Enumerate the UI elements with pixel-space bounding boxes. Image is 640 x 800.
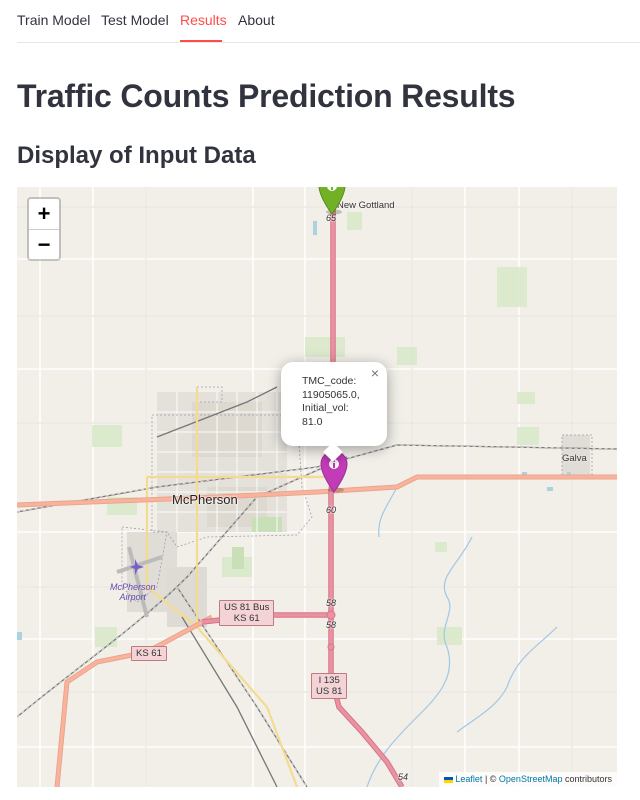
zoom-out-button[interactable]: − xyxy=(29,229,59,259)
popup-line-2: 11905065.0, xyxy=(302,388,360,401)
label-mcpherson: McPherson xyxy=(172,492,238,507)
shield-ks61: KS 61 xyxy=(131,646,167,661)
map[interactable]: New Gottland McPherson Galva McPherson A… xyxy=(17,187,617,787)
shield-ks61-text: KS 61 xyxy=(233,613,260,624)
tab-about[interactable]: About xyxy=(238,12,275,28)
shield-us81-text: US 81 xyxy=(316,686,343,697)
popup-line-3: Initial_vol: xyxy=(302,402,349,414)
popup-close-button[interactable]: × xyxy=(371,366,379,381)
route-number-60-south: 60 xyxy=(326,505,337,515)
label-mcpherson-airport: McPherson Airport xyxy=(110,582,156,602)
tab-results[interactable]: Results xyxy=(180,12,227,28)
page-title: Traffic Counts Prediction Results xyxy=(17,78,516,114)
leaflet-link[interactable]: Leaflet xyxy=(455,774,482,784)
shield-i135-us81: I 135 US 81 xyxy=(311,673,348,699)
shield-i135-text: I 135 xyxy=(318,675,340,686)
shield-us81bus-ks61: US 81 Bus KS 61 xyxy=(219,600,275,626)
openstreetmap-link[interactable]: OpenStreetMap xyxy=(499,774,563,784)
marker-green[interactable] xyxy=(317,187,347,215)
airport-name: McPherson xyxy=(110,582,156,592)
attribution-separator: | © xyxy=(482,774,499,784)
map-attribution: Leaflet | © OpenStreetMap contributors xyxy=(439,772,617,787)
tab-train-model[interactable]: Train Model xyxy=(17,12,90,28)
active-tab-indicator xyxy=(180,40,222,42)
popup-line-1: TMC_code: xyxy=(302,375,357,387)
section-title: Display of Input Data xyxy=(17,142,256,169)
zoom-control: + − xyxy=(27,197,61,261)
route-number-58-south: 58 xyxy=(326,620,337,630)
route-number-54: 54 xyxy=(398,772,409,782)
shield-us81bus-text: US 81 Bus xyxy=(224,602,270,613)
popup-line-4: 81.0 xyxy=(302,415,323,428)
label-galva: Galva xyxy=(562,453,587,464)
marker-popup: × TMC_code: 11905065.0, Initial_vol: 81.… xyxy=(281,362,387,462)
ukraine-flag-icon xyxy=(444,776,454,783)
tab-bar: Train Model Test Model Results About xyxy=(17,0,640,43)
zoom-in-button[interactable]: + xyxy=(29,199,59,229)
tab-test-model[interactable]: Test Model xyxy=(101,12,169,28)
route-number-58-north: 58 xyxy=(326,598,337,608)
airport-word: Airport xyxy=(119,592,147,602)
attribution-suffix: contributors xyxy=(562,774,612,784)
